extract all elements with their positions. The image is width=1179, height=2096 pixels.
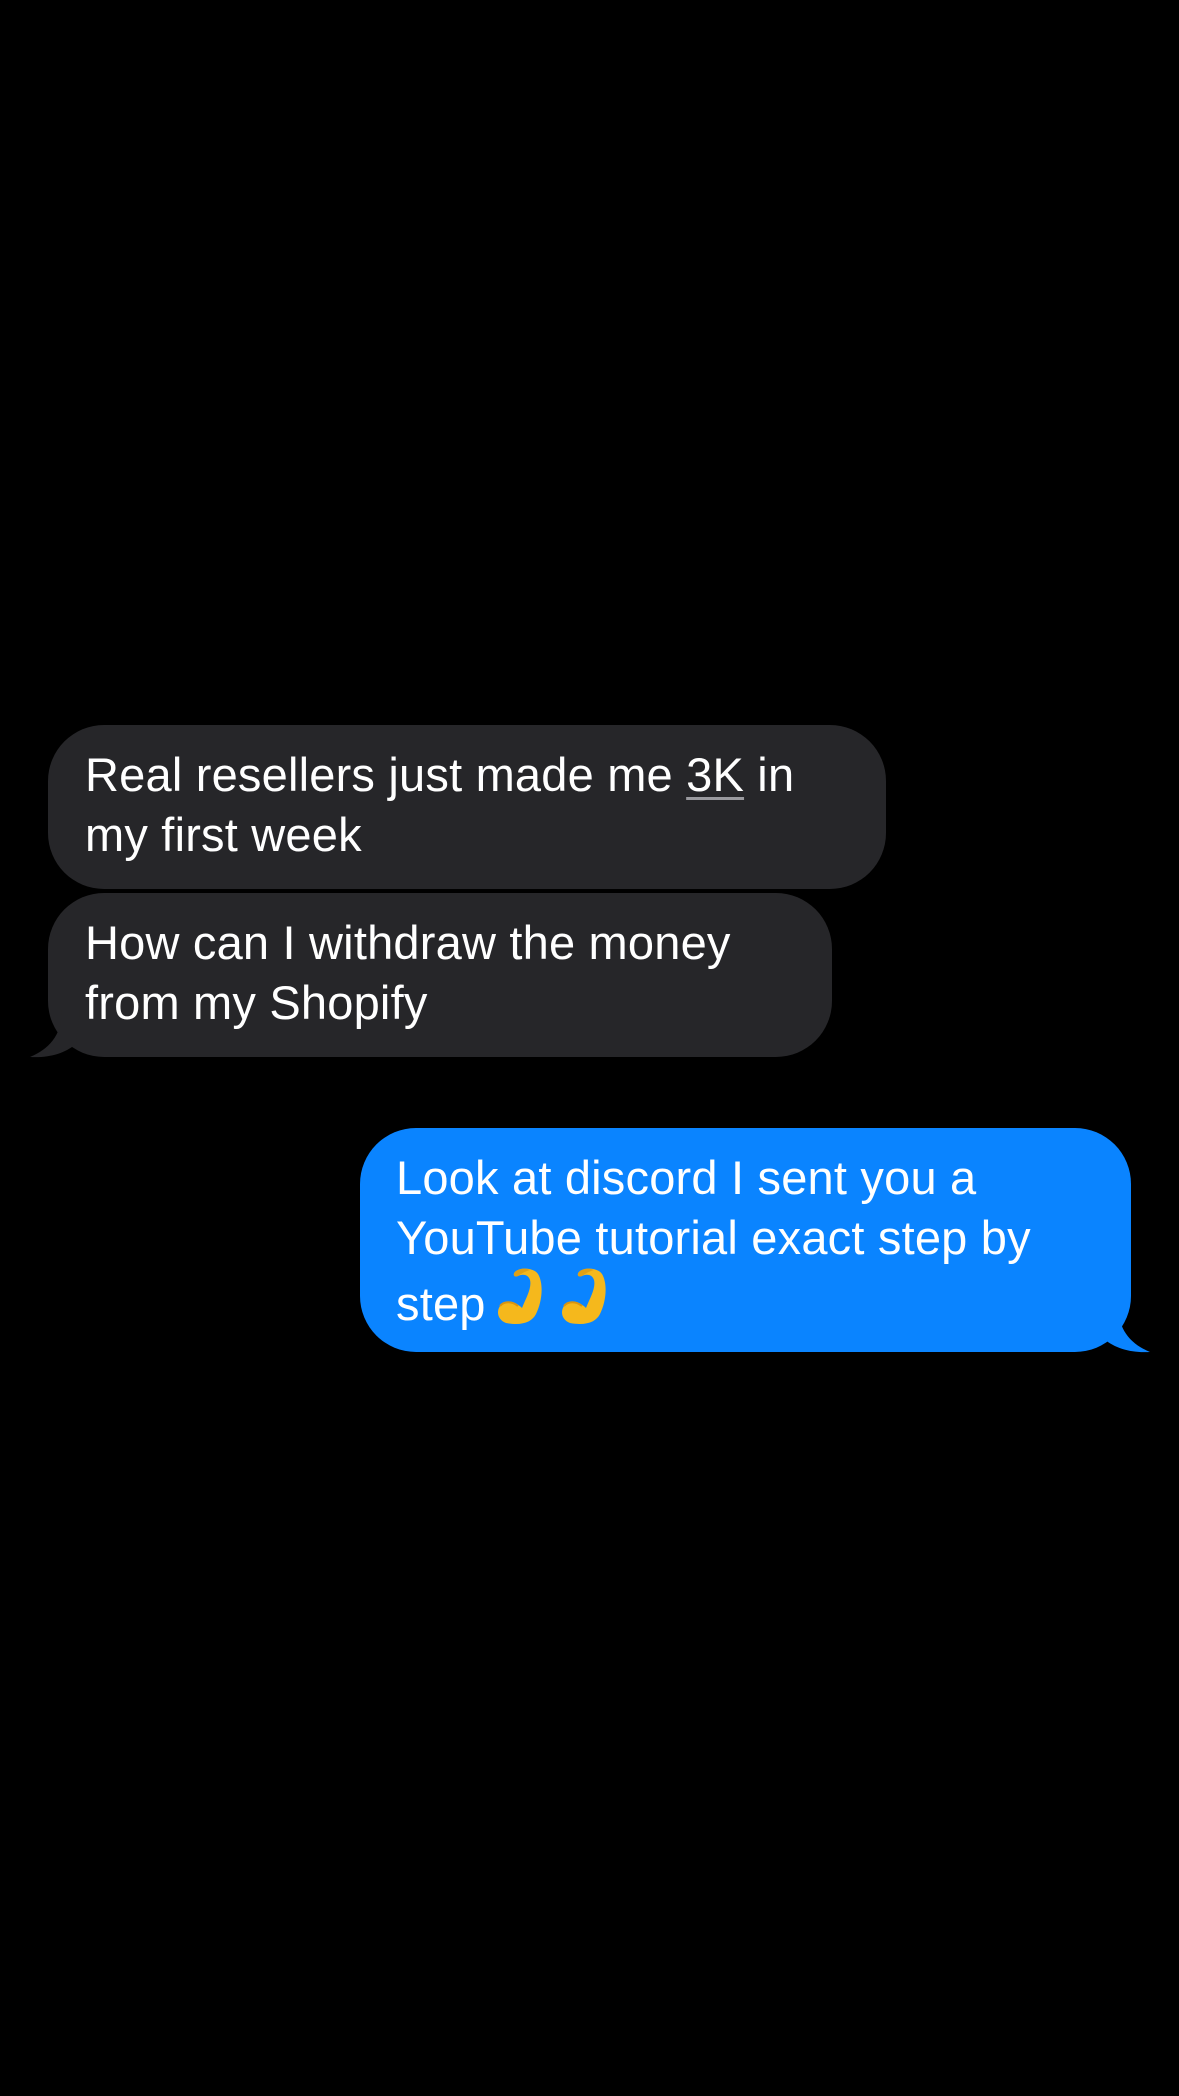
sent-bubble-tail [1100, 1305, 1150, 1353]
flexed-biceps-emoji [561, 1268, 606, 1324]
received-bubble-tail [30, 1010, 80, 1058]
received-message-bubble[interactable]: Real resellers just made me 3K in my fir… [48, 725, 886, 889]
amount-link[interactable]: 3K [686, 748, 744, 801]
sent-message-bubble[interactable]: Look at discord I sent you a YouTube tut… [360, 1128, 1131, 1352]
message-text: How can I withdraw the money from my Sho… [85, 916, 731, 1029]
flexed-biceps-emoji [497, 1268, 542, 1324]
received-message-bubble[interactable]: How can I withdraw the money from my Sho… [48, 893, 832, 1057]
message-text: Real resellers just made me [85, 748, 687, 801]
message-thread: Real resellers just made me 3K in my fir… [0, 0, 1179, 2096]
